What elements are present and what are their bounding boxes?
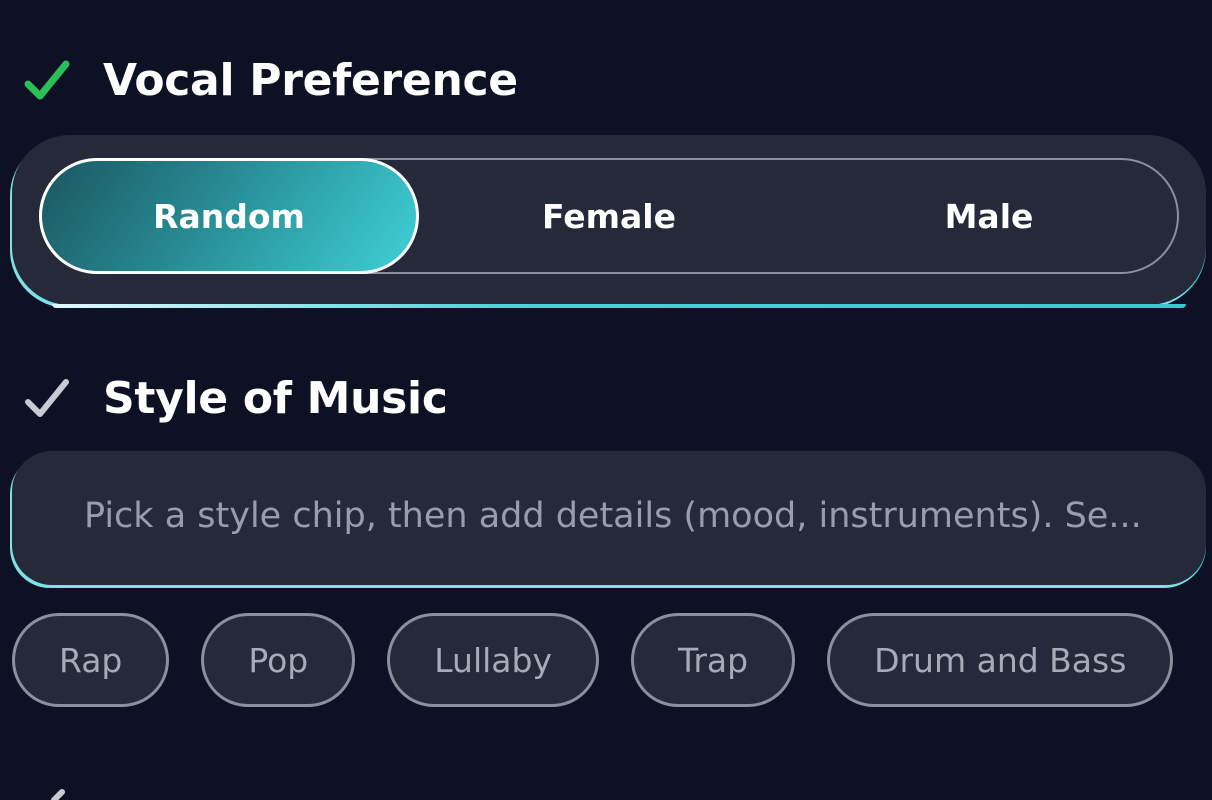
style-input[interactable]: [84, 451, 1184, 581]
chip-trap[interactable]: Trap: [631, 613, 796, 707]
section-title: Style of Music: [103, 373, 448, 424]
style-input-container: [12, 451, 1206, 585]
segmented-track: Random Female Male: [39, 158, 1179, 274]
chip-lullaby[interactable]: Lullaby: [387, 613, 600, 707]
section-title: Vocal Preference: [103, 55, 518, 106]
option-random[interactable]: Random: [39, 158, 419, 274]
option-female[interactable]: Female: [419, 160, 799, 272]
check-icon: [24, 376, 70, 422]
check-icon: [24, 778, 70, 800]
check-icon: [24, 58, 70, 104]
vocal-preference-selector: Random Female Male: [12, 135, 1206, 308]
option-male[interactable]: Male: [799, 160, 1179, 272]
style-of-music-header: Style of Music: [24, 373, 448, 424]
chip-drum-and-bass[interactable]: Drum and Bass: [827, 613, 1174, 707]
chip-rap[interactable]: Rap: [12, 613, 170, 707]
chip-pop[interactable]: Pop: [201, 613, 356, 707]
vocal-preference-header: Vocal Preference: [24, 55, 518, 106]
style-chips: Rap Pop Lullaby Trap Drum and Bass: [12, 613, 1174, 707]
song-form: Vocal Preference Random Female Male Styl…: [0, 0, 1212, 800]
next-section-header: [24, 778, 103, 800]
